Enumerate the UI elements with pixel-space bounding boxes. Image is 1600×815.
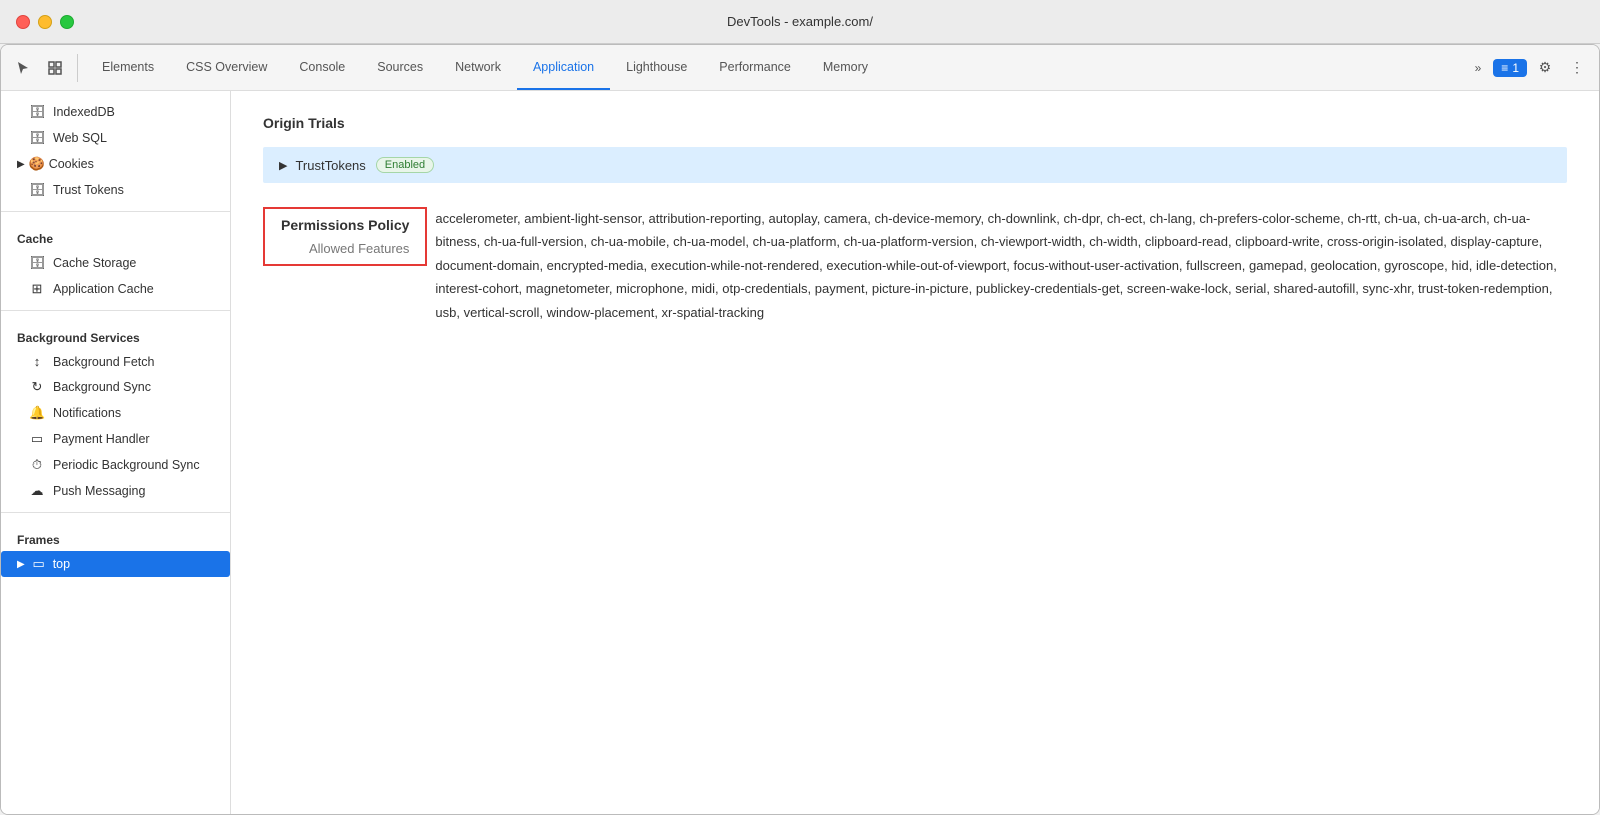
tab-network[interactable]: Network (439, 45, 517, 90)
sidebar-item-websql[interactable]: 🗄 Web SQL (1, 125, 230, 151)
sidebar-item-cache-storage[interactable]: 🗄 Cache Storage (1, 250, 230, 276)
trust-tokens-label: TrustTokens (295, 158, 365, 173)
sidebar-item-label: Periodic Background Sync (53, 458, 200, 472)
permissions-box: Permissions Policy Allowed Features (263, 207, 427, 266)
sidebar-item-top-frame[interactable]: ▶ ▭ top (1, 551, 230, 577)
sidebar-item-label: Push Messaging (53, 484, 145, 498)
enabled-badge: Enabled (376, 157, 434, 173)
traffic-lights (16, 15, 74, 29)
sidebar-item-background-sync[interactable]: ↻ Background Sync (1, 374, 230, 400)
sidebar-item-periodic-bg-sync[interactable]: ⏱ Periodic Background Sync (1, 452, 230, 478)
origin-trials-title: Origin Trials (263, 115, 1567, 131)
sidebar-item-label: Background Fetch (53, 355, 154, 369)
toolbar-right: » ≡ 1 ⚙ ⋮ (1467, 54, 1591, 82)
inspect-icon[interactable] (41, 54, 69, 82)
sidebar-group-frames: Frames (1, 521, 230, 551)
tab-elements[interactable]: Elements (86, 45, 170, 90)
sidebar-divider (1, 211, 230, 212)
tabs: Elements CSS Overview Console Sources Ne… (86, 45, 1467, 90)
sidebar-item-label: Background Sync (53, 380, 151, 394)
main-content: 🗄 IndexedDB 🗄 Web SQL ▶ 🍪 Cookies 🗄 Trus… (1, 91, 1599, 814)
sidebar-item-label: Trust Tokens (53, 183, 124, 197)
sidebar-item-notifications[interactable]: 🔔 Notifications (1, 400, 230, 426)
tab-application[interactable]: Application (517, 45, 610, 90)
sidebar-item-trust-tokens[interactable]: 🗄 Trust Tokens (1, 177, 230, 203)
expand-arrow-icon: ▶ (279, 159, 287, 172)
tab-performance[interactable]: Performance (703, 45, 807, 90)
fetch-icon: ↕ (29, 354, 45, 369)
tab-sources[interactable]: Sources (361, 45, 439, 90)
sidebar-group-cache: Cache (1, 220, 230, 250)
sidebar-item-label: Web SQL (53, 131, 107, 145)
window-title: DevTools - example.com/ (727, 14, 873, 29)
tab-css-overview[interactable]: CSS Overview (170, 45, 283, 90)
sidebar-divider-2 (1, 310, 230, 311)
tab-memory[interactable]: Memory (807, 45, 884, 90)
timer-icon: ⏱ (29, 457, 45, 473)
permissions-policy-section: Permissions Policy Allowed Features acce… (263, 207, 1567, 324)
allowed-features-label: Allowed Features (281, 241, 409, 256)
sidebar-item-background-fetch[interactable]: ↕ Background Fetch (1, 349, 230, 374)
sync-icon: ↻ (29, 379, 45, 395)
minimize-button[interactable] (38, 15, 52, 29)
title-bar: DevTools - example.com/ (0, 0, 1600, 44)
more-tabs-button[interactable]: » (1467, 57, 1490, 79)
origin-trials-row[interactable]: ▶ TrustTokens Enabled (263, 147, 1567, 183)
database-icon: 🗄 (29, 255, 45, 271)
permissions-content: Permissions Policy Allowed Features acce… (263, 207, 1567, 324)
permissions-policy-title: Permissions Policy (281, 217, 409, 233)
more-options-button[interactable]: ⋮ (1563, 54, 1591, 82)
sidebar-group-background-services: Background Services (1, 319, 230, 349)
arrow-icon: ▶ (17, 559, 25, 570)
database-icon: 🗄 (29, 182, 45, 198)
sidebar-item-label: Application Cache (53, 282, 154, 296)
sidebar-divider-3 (1, 512, 230, 513)
sidebar-item-payment-handler[interactable]: ▭ Payment Handler (1, 426, 230, 452)
cloud-icon: ☁ (29, 483, 45, 499)
sidebar-item-cookies[interactable]: ▶ 🍪 Cookies (1, 151, 230, 177)
database-icon: 🗄 (29, 130, 45, 146)
chat-icon: ≡ (1501, 61, 1508, 75)
maximize-button[interactable] (60, 15, 74, 29)
frame-icon: ▭ (31, 556, 47, 572)
devtools-window: Elements CSS Overview Console Sources Ne… (0, 44, 1600, 815)
tab-lighthouse[interactable]: Lighthouse (610, 45, 703, 90)
sidebar-item-label: Notifications (53, 406, 121, 420)
sidebar-item-indexeddb[interactable]: 🗄 IndexedDB (1, 99, 230, 125)
sidebar-item-label: Cookies (49, 157, 94, 171)
content-panel: Origin Trials ▶ TrustTokens Enabled Perm… (231, 91, 1599, 814)
toolbar: Elements CSS Overview Console Sources Ne… (1, 45, 1599, 91)
chat-badge[interactable]: ≡ 1 (1493, 59, 1527, 77)
payment-icon: ▭ (29, 431, 45, 447)
sidebar-item-label: Payment Handler (53, 432, 150, 446)
sidebar-item-push-messaging[interactable]: ☁ Push Messaging (1, 478, 230, 504)
sidebar-item-label: IndexedDB (53, 105, 115, 119)
database-icon: 🗄 (29, 104, 45, 120)
cookie-icon: 🍪 (29, 156, 45, 172)
settings-button[interactable]: ⚙ (1531, 54, 1559, 82)
sidebar-item-label: Cache Storage (53, 256, 136, 270)
close-button[interactable] (16, 15, 30, 29)
allowed-features-value: accelerometer, ambient-light-sensor, att… (427, 207, 1567, 324)
sidebar-item-application-cache[interactable]: ⊞ Application Cache (1, 276, 230, 302)
chat-count: 1 (1512, 61, 1519, 75)
tab-console[interactable]: Console (283, 45, 361, 90)
cursor-icon[interactable] (9, 54, 37, 82)
toolbar-icons (9, 54, 78, 82)
grid-icon: ⊞ (29, 281, 45, 297)
arrow-icon: ▶ (17, 159, 25, 170)
sidebar-item-label: top (53, 557, 70, 571)
sidebar: 🗄 IndexedDB 🗄 Web SQL ▶ 🍪 Cookies 🗄 Trus… (1, 91, 231, 814)
notification-icon: 🔔 (29, 405, 45, 421)
